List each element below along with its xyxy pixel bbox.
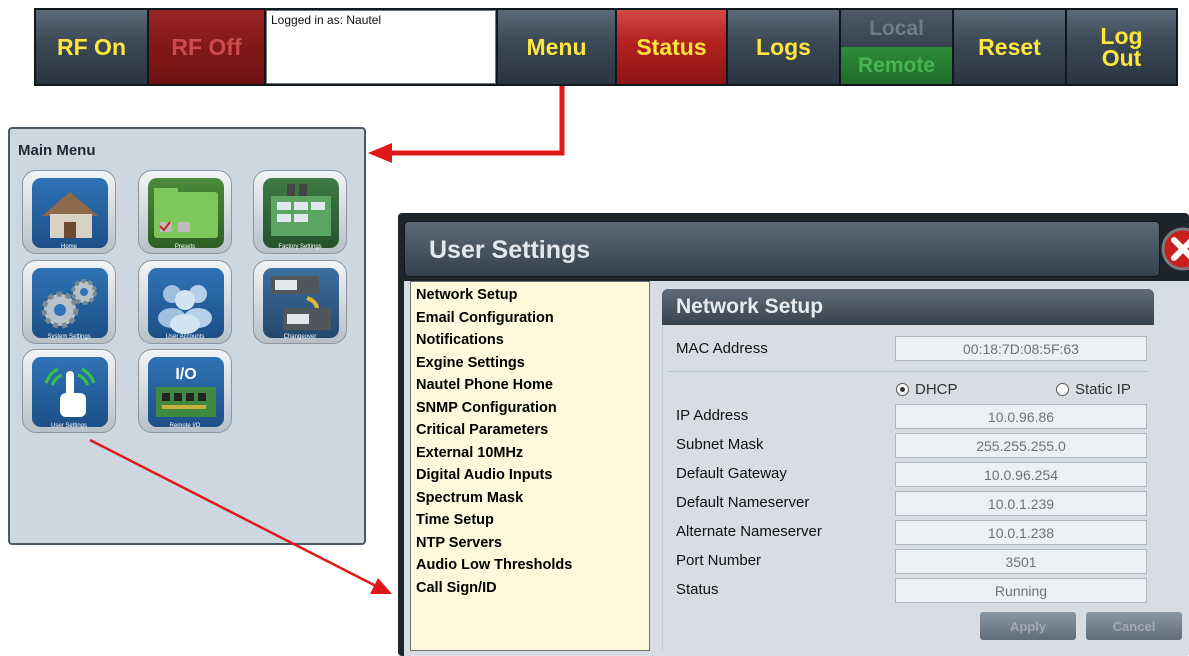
static-ip-radio[interactable]: Static IP — [1056, 381, 1131, 398]
menu-label: Menu — [526, 34, 587, 60]
static-ip-radio-label: Static IP — [1075, 381, 1131, 398]
remote-io-menu-label: Remote I/O — [169, 423, 201, 429]
user-settings-titlebar: User Settings — [404, 221, 1160, 277]
settings-item-call-sign-id[interactable]: Call Sign/ID — [416, 577, 644, 600]
dhcp-radio-circle[interactable] — [896, 383, 909, 396]
rf-on-label: RF On — [57, 34, 126, 60]
presets-folder-icon — [154, 188, 218, 238]
local-indicator[interactable]: Local — [841, 10, 952, 47]
reset-button[interactable]: Reset — [954, 10, 1066, 84]
local-label: Local — [869, 16, 924, 40]
network-divider — [668, 371, 1148, 372]
close-icon[interactable] — [1161, 227, 1189, 271]
svg-text:I/O: I/O — [175, 366, 196, 383]
login-status-box: Logged in as: Nautel — [266, 10, 496, 84]
alternate-nameserver-label: Alternate Nameserver — [676, 523, 822, 540]
logout-label-line2: Out — [1101, 45, 1142, 71]
remote-indicator[interactable]: Remote — [841, 47, 952, 84]
status-field: Running — [895, 578, 1147, 603]
settings-item-digital-audio-inputs[interactable]: Digital Audio Inputs — [416, 464, 644, 487]
logout-label-line1: Log — [1100, 23, 1143, 49]
factory-settings-menu-label: Factory Settings — [278, 244, 322, 250]
settings-item-email-configuration[interactable]: Email Configuration — [416, 307, 644, 330]
rf-off-button[interactable]: RF Off — [149, 10, 265, 84]
top-toolbar: RF On RF Off Logged in as: Nautel Menu S… — [34, 8, 1178, 86]
user-settings-menu-button[interactable]: User Settings — [22, 349, 116, 433]
port-number-field[interactable]: 3501 — [895, 549, 1147, 574]
changeover-menu-button[interactable]: Changeover — [253, 260, 347, 344]
settings-item-ntp-servers[interactable]: NTP Servers — [416, 532, 644, 555]
settings-item-audio-low-thresholds[interactable]: Audio Low Thresholds — [416, 554, 644, 577]
mac-address-field: 00:18:7D:08:5F:63 — [895, 336, 1147, 361]
menu-to-main-menu-arrow — [368, 86, 565, 163]
cancel-button[interactable]: Cancel — [1086, 612, 1182, 640]
default-nameserver-label: Default Nameserver — [676, 494, 810, 511]
rf-off-label: RF Off — [171, 34, 242, 60]
rf-on-button[interactable]: RF On — [36, 10, 148, 84]
remote-io-menu-button[interactable]: I/O Remote I/O — [138, 349, 232, 433]
reset-label: Reset — [978, 34, 1041, 60]
port-number-label: Port Number — [676, 552, 762, 569]
subnet-mask-field[interactable]: 255.255.255.0 — [895, 433, 1147, 458]
static-ip-radio-circle[interactable] — [1056, 383, 1069, 396]
default-gateway-label: Default Gateway — [676, 465, 787, 482]
remote-label: Remote — [857, 53, 936, 77]
settings-item-network-setup[interactable]: Network Setup — [416, 284, 644, 307]
ip-address-label: IP Address — [676, 407, 749, 424]
default-gateway-field[interactable]: 10.0.96.254 — [895, 462, 1147, 487]
system-settings-menu-button[interactable]: System Settings — [22, 260, 116, 344]
ip-address-field[interactable]: 10.0.96.86 — [895, 404, 1147, 429]
factory-settings-menu-button[interactable]: Factory Settings — [253, 170, 347, 254]
users-icon — [158, 285, 212, 334]
presets-menu-label: Presets — [174, 244, 196, 250]
network-setup-header-text: Network Setup — [676, 295, 824, 318]
logs-label: Logs — [756, 34, 811, 60]
settings-item-nautel-phone-home[interactable]: Nautel Phone Home — [416, 374, 644, 397]
apply-button[interactable]: Apply — [980, 612, 1076, 640]
settings-item-snmp-configuration[interactable]: SNMP Configuration — [416, 397, 644, 420]
home-icon — [42, 192, 98, 238]
subnet-mask-label: Subnet Mask — [676, 436, 764, 453]
settings-item-critical-parameters[interactable]: Critical Parameters — [416, 419, 644, 442]
remote-io-icon: I/O — [156, 366, 216, 417]
user-accounts-menu-label: User Accounts — [165, 334, 205, 340]
settings-item-notifications[interactable]: Notifications — [416, 329, 644, 352]
status-label: Status — [636, 34, 707, 60]
menu-button[interactable]: Menu — [498, 10, 616, 84]
settings-item-external-10mhz[interactable]: External 10MHz — [416, 442, 644, 465]
network-setup-header: Network Setup — [662, 289, 1154, 325]
dhcp-radio[interactable]: DHCP — [896, 381, 958, 398]
logs-button[interactable]: Logs — [728, 10, 840, 84]
dhcp-radio-label: DHCP — [915, 381, 958, 398]
user-settings-menu-list: Network Setup Email Configuration Notifi… — [410, 281, 650, 651]
main-menu-title: Main Menu — [18, 142, 96, 159]
factory-icon — [271, 184, 331, 236]
home-menu-label: Home — [60, 244, 77, 250]
login-status-text: Logged in as: Nautel — [271, 13, 382, 27]
gears-icon — [41, 279, 97, 329]
local-remote-toggle[interactable]: Local Remote — [841, 10, 953, 84]
system-settings-menu-label: System Settings — [47, 334, 91, 340]
settings-item-exgine-settings[interactable]: Exgine Settings — [416, 352, 644, 375]
status-button[interactable]: Status — [617, 10, 727, 84]
settings-item-time-setup[interactable]: Time Setup — [416, 509, 644, 532]
mac-address-label: MAC Address — [676, 340, 768, 357]
user-accounts-menu-button[interactable]: User Accounts — [138, 260, 232, 344]
settings-item-spectrum-mask[interactable]: Spectrum Mask — [416, 487, 644, 510]
main-menu-panel: Main Menu Home Presets Factory Settings … — [8, 127, 366, 545]
home-menu-button[interactable]: Home — [22, 170, 116, 254]
status-label: Status — [676, 581, 719, 598]
touch-settings-icon — [44, 367, 96, 417]
changeover-menu-label: Changeover — [283, 334, 317, 340]
presets-menu-button[interactable]: Presets — [138, 170, 232, 254]
user-settings-menu-label: User Settings — [50, 423, 87, 429]
logout-button[interactable]: Log Out — [1067, 10, 1177, 84]
alternate-nameserver-field[interactable]: 10.0.1.238 — [895, 520, 1147, 545]
default-nameserver-field[interactable]: 10.0.1.239 — [895, 491, 1147, 516]
user-settings-title: User Settings — [429, 236, 591, 264]
changeover-icon — [271, 276, 331, 330]
